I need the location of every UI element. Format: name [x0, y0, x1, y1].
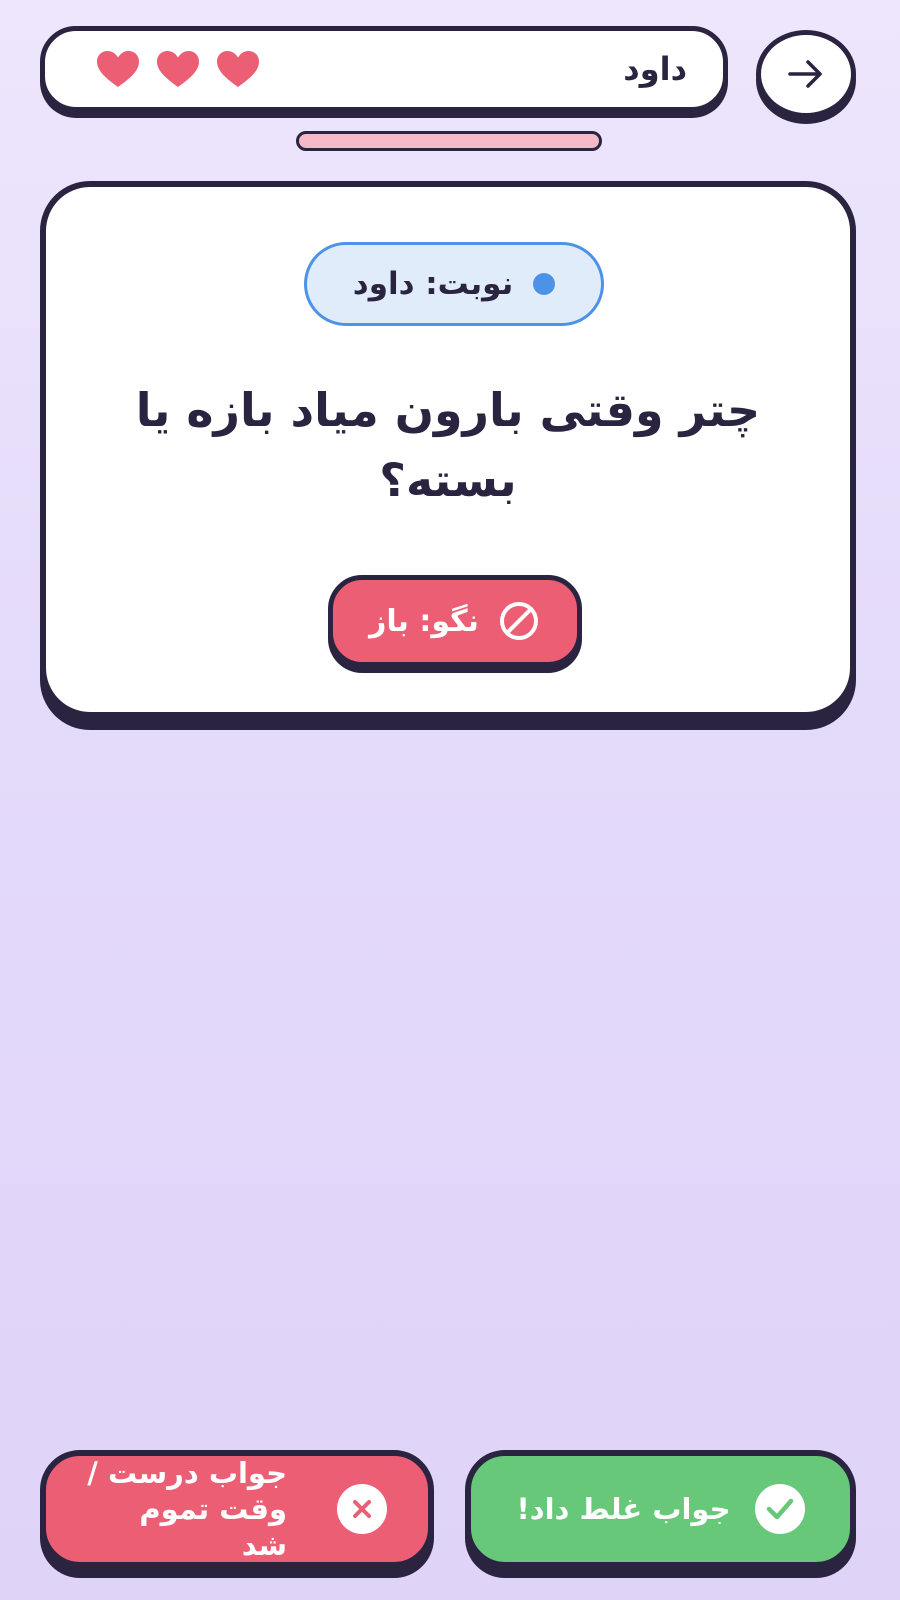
check-icon: [766, 1498, 793, 1520]
heart-icon: [97, 51, 139, 87]
correct-or-timeout-label: جواب درست / وقت تموم شد: [87, 1455, 287, 1563]
forbidden-word-badge: نگو: باز: [328, 575, 582, 667]
correct-or-timeout-label-line2: وقت تموم شد: [139, 1492, 287, 1562]
x-icon: [353, 1500, 371, 1518]
turn-badge: نوبت: داود: [304, 242, 604, 326]
answered-wrong-label: جواب غلط داد!: [516, 1492, 731, 1526]
forbidden-word-label: نگو: باز: [369, 603, 479, 639]
heart-icon: [157, 51, 199, 87]
player-name: داود: [623, 50, 687, 88]
back-button[interactable]: [756, 30, 856, 118]
answered-wrong-button[interactable]: جواب غلط داد!: [465, 1450, 856, 1568]
correct-or-timeout-label-line1: جواب درست /: [87, 1456, 287, 1490]
lives-indicator: [95, 49, 261, 89]
turn-indicator-dot: [533, 273, 556, 295]
ban-icon: [499, 602, 538, 640]
x-circle-icon: [337, 1484, 387, 1534]
check-circle-icon: [754, 1484, 805, 1534]
heart-icon: [217, 51, 259, 87]
player-status-bar: داود: [40, 26, 728, 112]
question-text: چتر وقتی بارون میاد بازه یا بسته؟: [135, 383, 761, 507]
arrow-right-icon: [788, 60, 822, 88]
question-card: نوبت: داود چتر وقتی بارون میاد بازه یا ب…: [40, 181, 856, 718]
turn-label: نوبت: داود: [352, 266, 514, 302]
timer-bar: [296, 131, 602, 151]
correct-or-timeout-button[interactable]: جواب درست / وقت تموم شد: [40, 1450, 434, 1568]
